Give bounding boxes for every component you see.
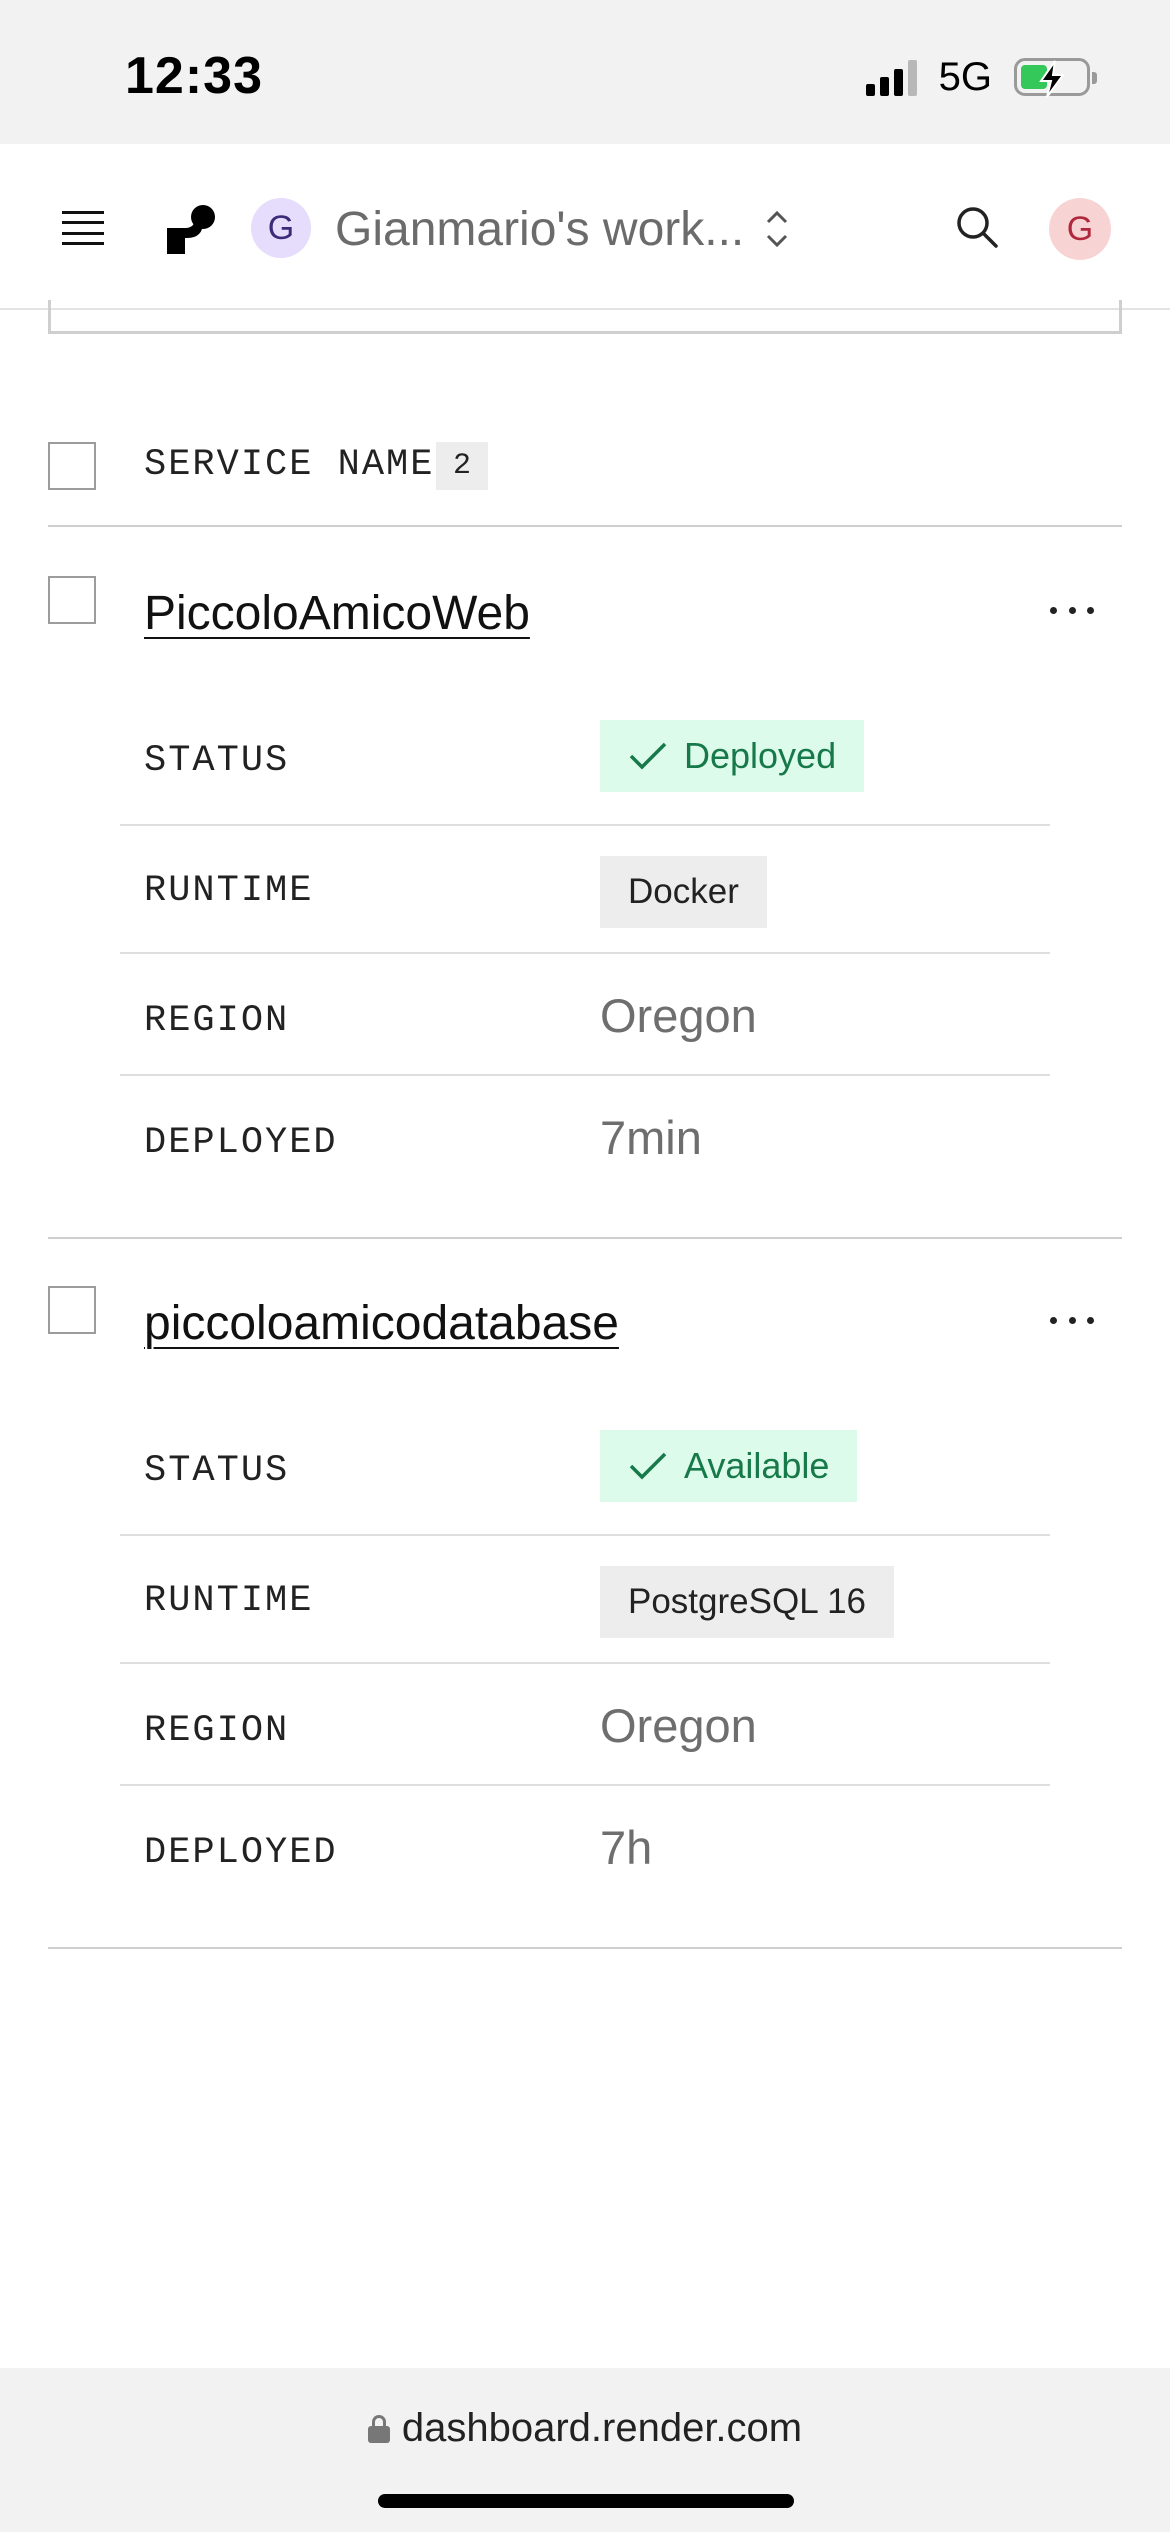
status-label: STATUS (144, 740, 290, 782)
region-label: REGION (144, 1710, 290, 1752)
select-all-checkbox[interactable] (48, 442, 96, 490)
workspace-avatar[interactable]: G (251, 198, 311, 258)
browser-url-bar: dashboard.render.com (0, 2368, 1170, 2532)
ios-status-bar: 12:33 5G (0, 0, 1170, 144)
url-text[interactable]: dashboard.render.com (402, 2406, 802, 2451)
status-badge: Deployed (600, 720, 865, 792)
deployed-value: 7h (600, 1821, 653, 1874)
network-type: 5G (938, 54, 992, 99)
app-header: G Gianmario's work... G (0, 144, 1170, 310)
service-checkbox[interactable] (48, 1286, 96, 1334)
cellular-signal-icon (865, 58, 917, 96)
hamburger-menu-icon[interactable] (62, 211, 104, 245)
more-options-icon[interactable] (1050, 600, 1094, 620)
column-header-service-name[interactable]: SERVICE NAME (144, 444, 434, 486)
region-row: REGION Oregon (120, 1696, 1050, 1776)
check-icon (629, 742, 667, 770)
battery-charging-icon (1014, 58, 1097, 98)
status-value: Deployed (684, 735, 837, 776)
deployed-row: DEPLOYED 7h (120, 1818, 1050, 1898)
deployed-row: DEPLOYED 7min (120, 1108, 1050, 1188)
runtime-row: RUNTIME PostgreSQL 16 (120, 1566, 1050, 1656)
runtime-label: RUNTIME (144, 870, 314, 912)
runtime-badge: Docker (600, 856, 767, 928)
deployed-label: DEPLOYED (144, 1832, 338, 1874)
service-name-link[interactable]: PiccoloAmicoWeb (144, 586, 530, 641)
service-checkbox[interactable] (48, 576, 96, 624)
lock-icon (367, 2414, 390, 2443)
home-indicator[interactable] (378, 2494, 794, 2508)
service-count-badge: 2 (436, 442, 488, 490)
search-icon[interactable] (954, 204, 1000, 250)
status-value: Available (684, 1445, 830, 1486)
deployed-label: DEPLOYED (144, 1122, 338, 1164)
region-label: REGION (144, 1000, 290, 1042)
status-label: STATUS (144, 1450, 290, 1492)
table-header-divider (48, 525, 1122, 527)
row-divider (120, 1534, 1050, 1536)
region-value: Oregon (600, 989, 757, 1042)
region-row: REGION Oregon (120, 986, 1050, 1066)
service-divider (48, 1947, 1122, 1949)
service-name-link[interactable]: piccoloamicodatabase (144, 1296, 619, 1351)
filter-panel-edge (48, 300, 1122, 334)
chevron-up-down-icon[interactable] (760, 204, 794, 254)
row-divider (120, 952, 1050, 954)
workspace-name[interactable]: Gianmario's work... (335, 202, 744, 257)
row-divider (120, 1074, 1050, 1076)
render-logo-icon[interactable] (165, 202, 217, 254)
address-field[interactable]: dashboard.render.com (0, 2406, 1170, 2451)
service-divider (48, 1237, 1122, 1239)
status-indicators: 5G (865, 52, 1097, 102)
status-row: STATUS Available (120, 1430, 1050, 1520)
runtime-badge: PostgreSQL 16 (600, 1566, 895, 1638)
row-divider (120, 1784, 1050, 1786)
check-icon (629, 1452, 667, 1480)
status-time: 12:33 (125, 47, 263, 105)
more-options-icon[interactable] (1050, 1310, 1094, 1330)
deployed-value: 7min (600, 1111, 702, 1164)
table-header: SERVICE NAME 2 (0, 430, 1170, 526)
row-divider (120, 824, 1050, 826)
row-divider (120, 1662, 1050, 1664)
status-row: STATUS Deployed (120, 720, 1050, 810)
user-avatar[interactable]: G (1049, 198, 1111, 260)
status-badge: Available (600, 1430, 858, 1502)
runtime-label: RUNTIME (144, 1580, 314, 1622)
runtime-row: RUNTIME Docker (120, 856, 1050, 946)
region-value: Oregon (600, 1699, 757, 1752)
